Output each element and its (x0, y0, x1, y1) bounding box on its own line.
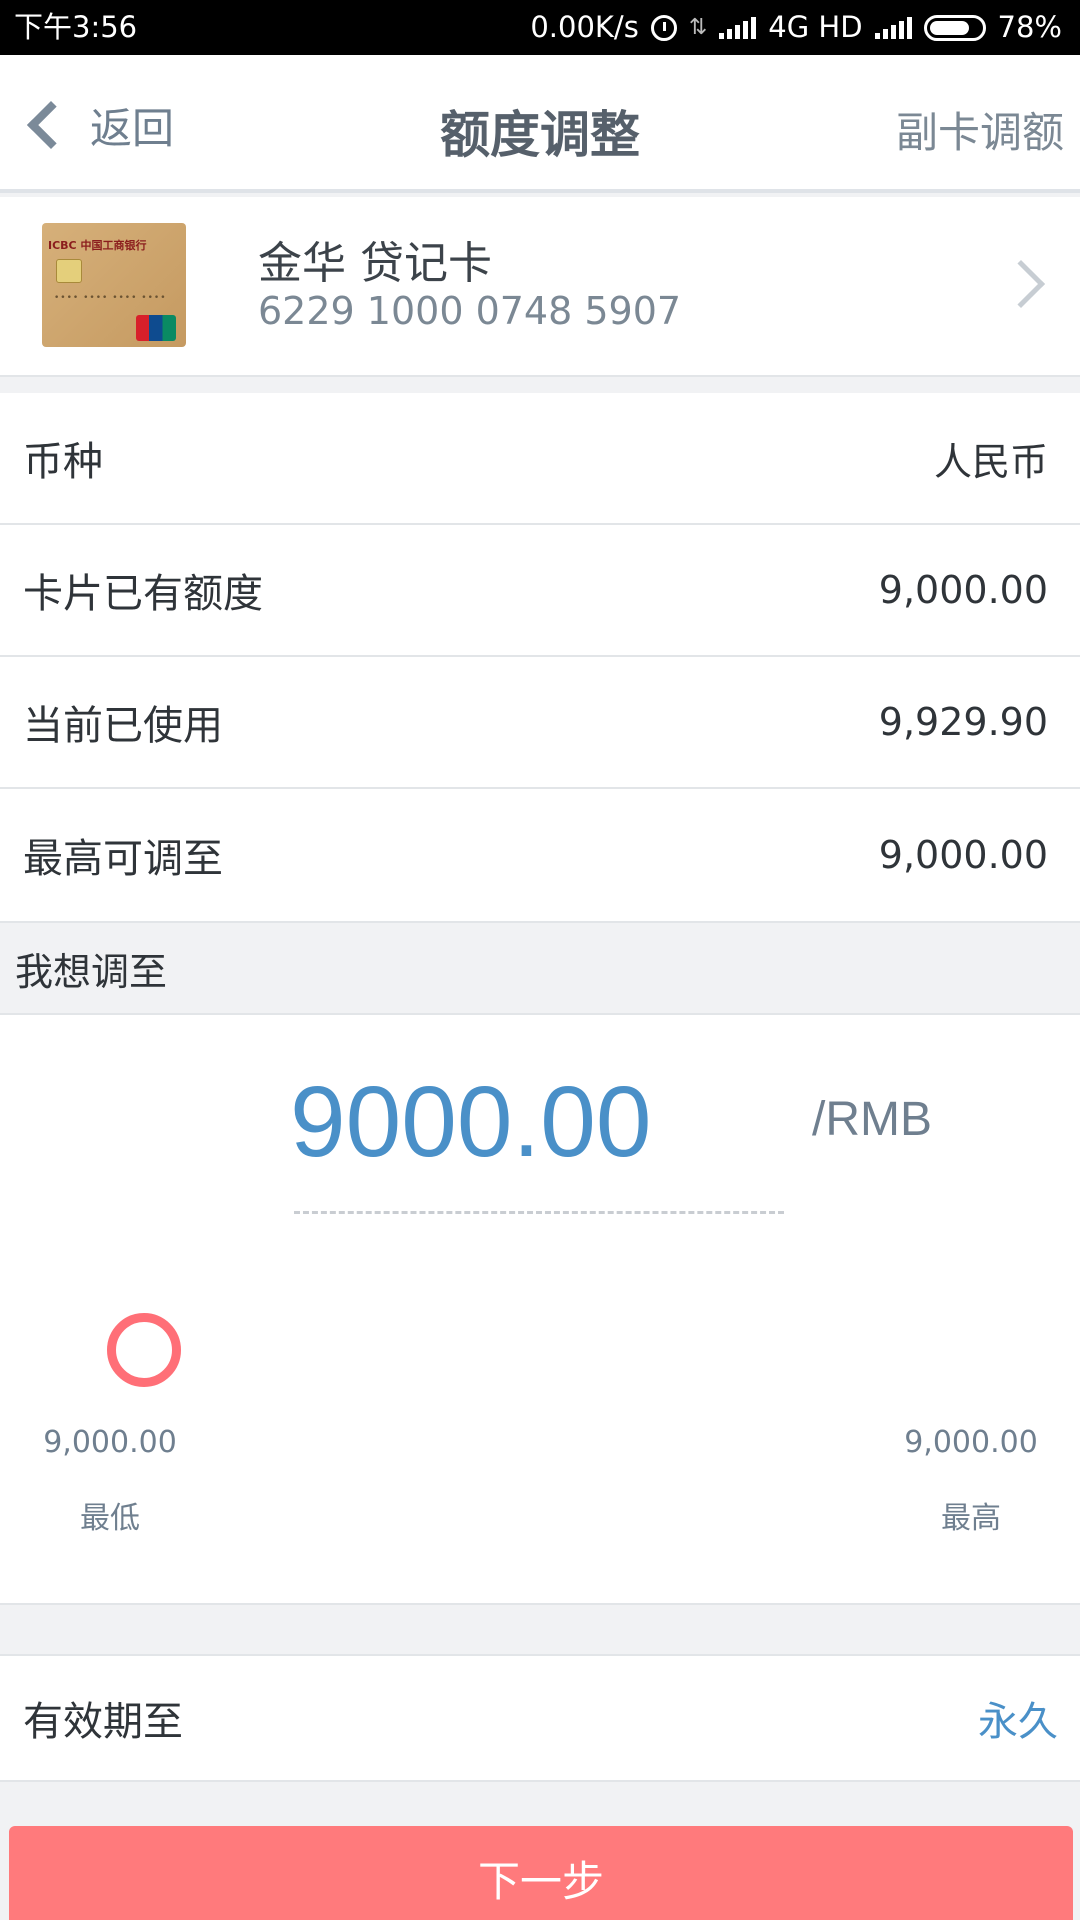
target-section-header: 我想调至 (0, 921, 1080, 1015)
slider-max-label: 最高 (941, 1501, 1001, 1536)
info-value: 人民币 (933, 439, 1048, 484)
signal-icon (719, 16, 757, 39)
slider-min-label: 最低 (80, 1501, 140, 1536)
data-arrows-icon: ⇅ (688, 15, 708, 40)
target-amount-panel: 9000.00 /RMB 9,000.00 最低 9,000.00 最高 (0, 1015, 1080, 1605)
next-step-button[interactable]: 下一步 (9, 1826, 1073, 1920)
slider-max-value: 9,000.00 (904, 1425, 1038, 1460)
limit-slider-handle[interactable] (107, 1313, 181, 1387)
info-label: 卡片已有额度 (23, 571, 263, 617)
status-bar: 下午3:56 0.00K/s ⇅ 4G HD 78% (0, 0, 1080, 55)
info-value: 9,929.90 (878, 700, 1048, 744)
card-chip-icon (56, 259, 82, 283)
supplementary-card-adjust-link[interactable]: 副卡调额 (896, 99, 1064, 160)
amount-underline (294, 1211, 784, 1214)
status-time: 下午3:56 (14, 10, 138, 44)
validity-label: 有效期至 (23, 1699, 183, 1745)
network-type: 4G HD (768, 10, 863, 44)
info-row-used: 当前已使用 9,929.90 (0, 657, 1080, 789)
info-row-current-limit: 卡片已有额度 9,000.00 (0, 525, 1080, 657)
info-label: 当前已使用 (23, 703, 223, 749)
validity-row[interactable]: 有效期至 永久 (0, 1654, 1080, 1782)
credit-card-image: ICBC 中国工商银行 •••• •••• •••• •••• (42, 223, 186, 347)
info-value: 9,000.00 (878, 833, 1048, 877)
info-value: 9,000.00 (878, 568, 1048, 612)
card-selector[interactable]: ICBC 中国工商银行 •••• •••• •••• •••• 金华 贷记卡 6… (0, 197, 1080, 377)
status-right: 0.00K/s ⇅ 4G HD 78% (530, 0, 1062, 55)
limit-info-list: 币种 人民币 卡片已有额度 9,000.00 当前已使用 9,929.90 最高… (0, 393, 1080, 921)
net-speed: 0.00K/s (530, 10, 639, 44)
battery-icon (923, 14, 986, 41)
card-number: 6229 1000 0748 5907 (258, 289, 682, 333)
card-image-bank-text: ICBC 中国工商银行 (48, 239, 147, 252)
info-row-max-adjustable: 最高可调至 9,000.00 (0, 789, 1080, 921)
unionpay-logo-icon (136, 315, 176, 341)
info-label: 币种 (23, 439, 103, 485)
info-row-currency: 币种 人民币 (0, 393, 1080, 525)
info-label: 最高可调至 (23, 836, 223, 882)
validity-value[interactable]: 永久 (978, 1689, 1058, 1747)
credit-limit-adjust-screen: 下午3:56 0.00K/s ⇅ 4G HD 78% 返回 额度调整 副卡调额 … (0, 0, 1080, 1920)
chevron-right-icon (996, 259, 1046, 309)
card-name: 金华 贷记卡 (258, 238, 492, 289)
target-amount-input[interactable]: 9000.00 (290, 1065, 790, 1180)
amount-unit: /RMB (812, 1093, 932, 1146)
battery-percent: 78% (997, 10, 1062, 44)
slider-min-value: 9,000.00 (43, 1425, 177, 1460)
signal-icon-2 (874, 16, 912, 39)
nav-header: 返回 额度调整 副卡调额 (0, 55, 1080, 193)
card-image-digits: •••• •••• •••• •••• (54, 293, 167, 303)
alarm-icon (650, 14, 677, 41)
